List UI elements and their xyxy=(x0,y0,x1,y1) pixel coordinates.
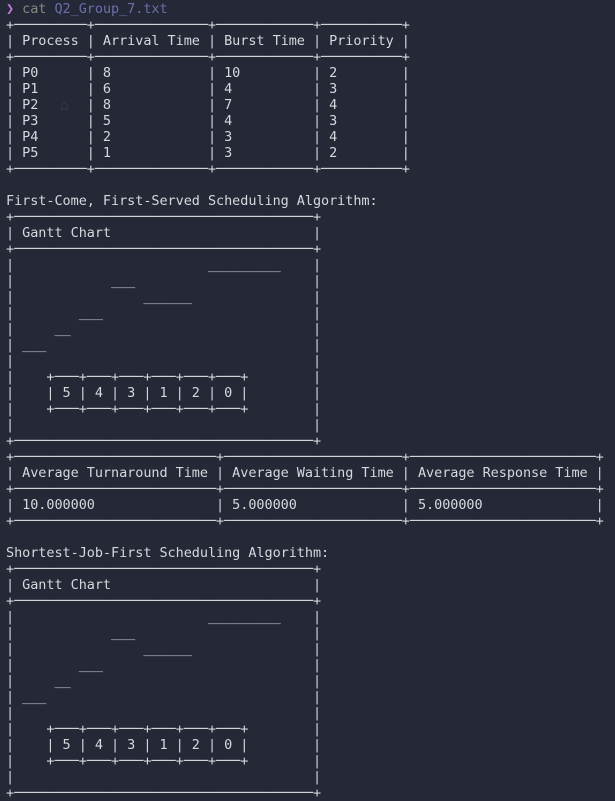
terminal-line: | P3 | 5 | 4 | 3 | xyxy=(6,113,410,129)
terminal-line: | | xyxy=(6,417,322,433)
terminal-line: +─────────────────────────────────────+ xyxy=(6,593,322,609)
terminal-line: | +───+───+───+───+───+───+ | xyxy=(6,369,322,385)
terminal-line: | ______ | xyxy=(6,289,322,305)
terminal-line: | ___ | xyxy=(6,657,322,673)
command-argument: Q2_Group_7.txt xyxy=(54,1,168,17)
terminal-line: | +───+───+───+───+───+───+ | xyxy=(6,721,322,737)
terminal-line: | +───+───+───+───+───+───+ | xyxy=(6,753,322,769)
terminal-output: ❯ cat Q2_Group_7.txt +─────────+─────────… xyxy=(6,1,604,801)
command-text: cat xyxy=(22,1,47,17)
terminal-line: | | xyxy=(6,705,322,721)
terminal-line: | ___ | xyxy=(6,625,322,641)
terminal-line: +─────────+──────────────+────────────+─… xyxy=(6,17,410,33)
terminal-line: | ___ | xyxy=(6,305,322,321)
terminal-line: | ___ | xyxy=(6,337,322,353)
terminal-line: | ___ | xyxy=(6,273,322,289)
terminal-line: First-Come, First-Served Scheduling Algo… xyxy=(6,193,378,209)
terminal-lines: +─────────+──────────────+────────────+─… xyxy=(6,17,604,801)
terminal-line: +─────────────────────────+─────────────… xyxy=(6,481,604,497)
terminal-line: +─────────────────────────────────────+ xyxy=(6,433,322,449)
terminal-line: | | xyxy=(6,769,322,785)
terminal-line: | P5 | 1 | 3 | 2 | xyxy=(6,145,410,161)
terminal-line: | _________ | xyxy=(6,609,322,625)
prompt-line: ❯ cat Q2_Group_7.txt xyxy=(6,1,604,17)
terminal-line: +─────────────────────────────────────+ xyxy=(6,561,322,577)
terminal-line: | | 5 | 4 | 3 | 1 | 2 | 0 | | xyxy=(6,385,322,401)
terminal-line: | ______ | xyxy=(6,641,322,657)
terminal-line: +─────────+──────────────+────────────+─… xyxy=(6,161,410,177)
terminal-line: | | 5 | 4 | 3 | 1 | 2 | 0 | | xyxy=(6,737,322,753)
terminal-line: +─────────────────────────────────────+ xyxy=(6,209,322,225)
terminal-line: | Average Turnaround Time | Average Wait… xyxy=(6,465,604,481)
terminal-line: +─────────────────────────+─────────────… xyxy=(6,513,604,529)
prompt-symbol: ❯ xyxy=(6,1,15,17)
terminal-line: | Gantt Chart | xyxy=(6,577,322,593)
terminal-line: Shortest-Job-First Scheduling Algorithm: xyxy=(6,545,330,561)
terminal-line: | P1 | 6 | 4 | 3 | xyxy=(6,81,410,97)
terminal-line: | P2 | 8 | 7 | 4 | xyxy=(6,97,410,113)
terminal-line: +─────────────────────────+─────────────… xyxy=(6,449,604,465)
terminal-line: | P0 | 8 | 10 | 2 | xyxy=(6,65,410,81)
terminal-line: +─────────+──────────────+────────────+─… xyxy=(6,49,410,65)
terminal-line: | | xyxy=(6,353,322,369)
terminal-line: | _________ | xyxy=(6,257,322,273)
terminal-line: | __ | xyxy=(6,673,322,689)
terminal-line: | +───+───+───+───+───+───+ | xyxy=(6,401,322,417)
terminal-line: | 10.000000 | 5.000000 | 5.000000 | xyxy=(6,497,604,513)
terminal-line: | ___ | xyxy=(6,689,322,705)
terminal-line: | Process | Arrival Time | Burst Time | … xyxy=(6,33,410,49)
terminal-line: +─────────────────────────────────────+ xyxy=(6,241,322,257)
terminal-line: +─────────────────────────────────────+ xyxy=(6,785,322,801)
terminal-line: | __ | xyxy=(6,321,322,337)
terminal-line: | Gantt Chart | xyxy=(6,225,322,241)
terminal-line: | P4 | 2 | 3 | 4 | xyxy=(6,129,410,145)
